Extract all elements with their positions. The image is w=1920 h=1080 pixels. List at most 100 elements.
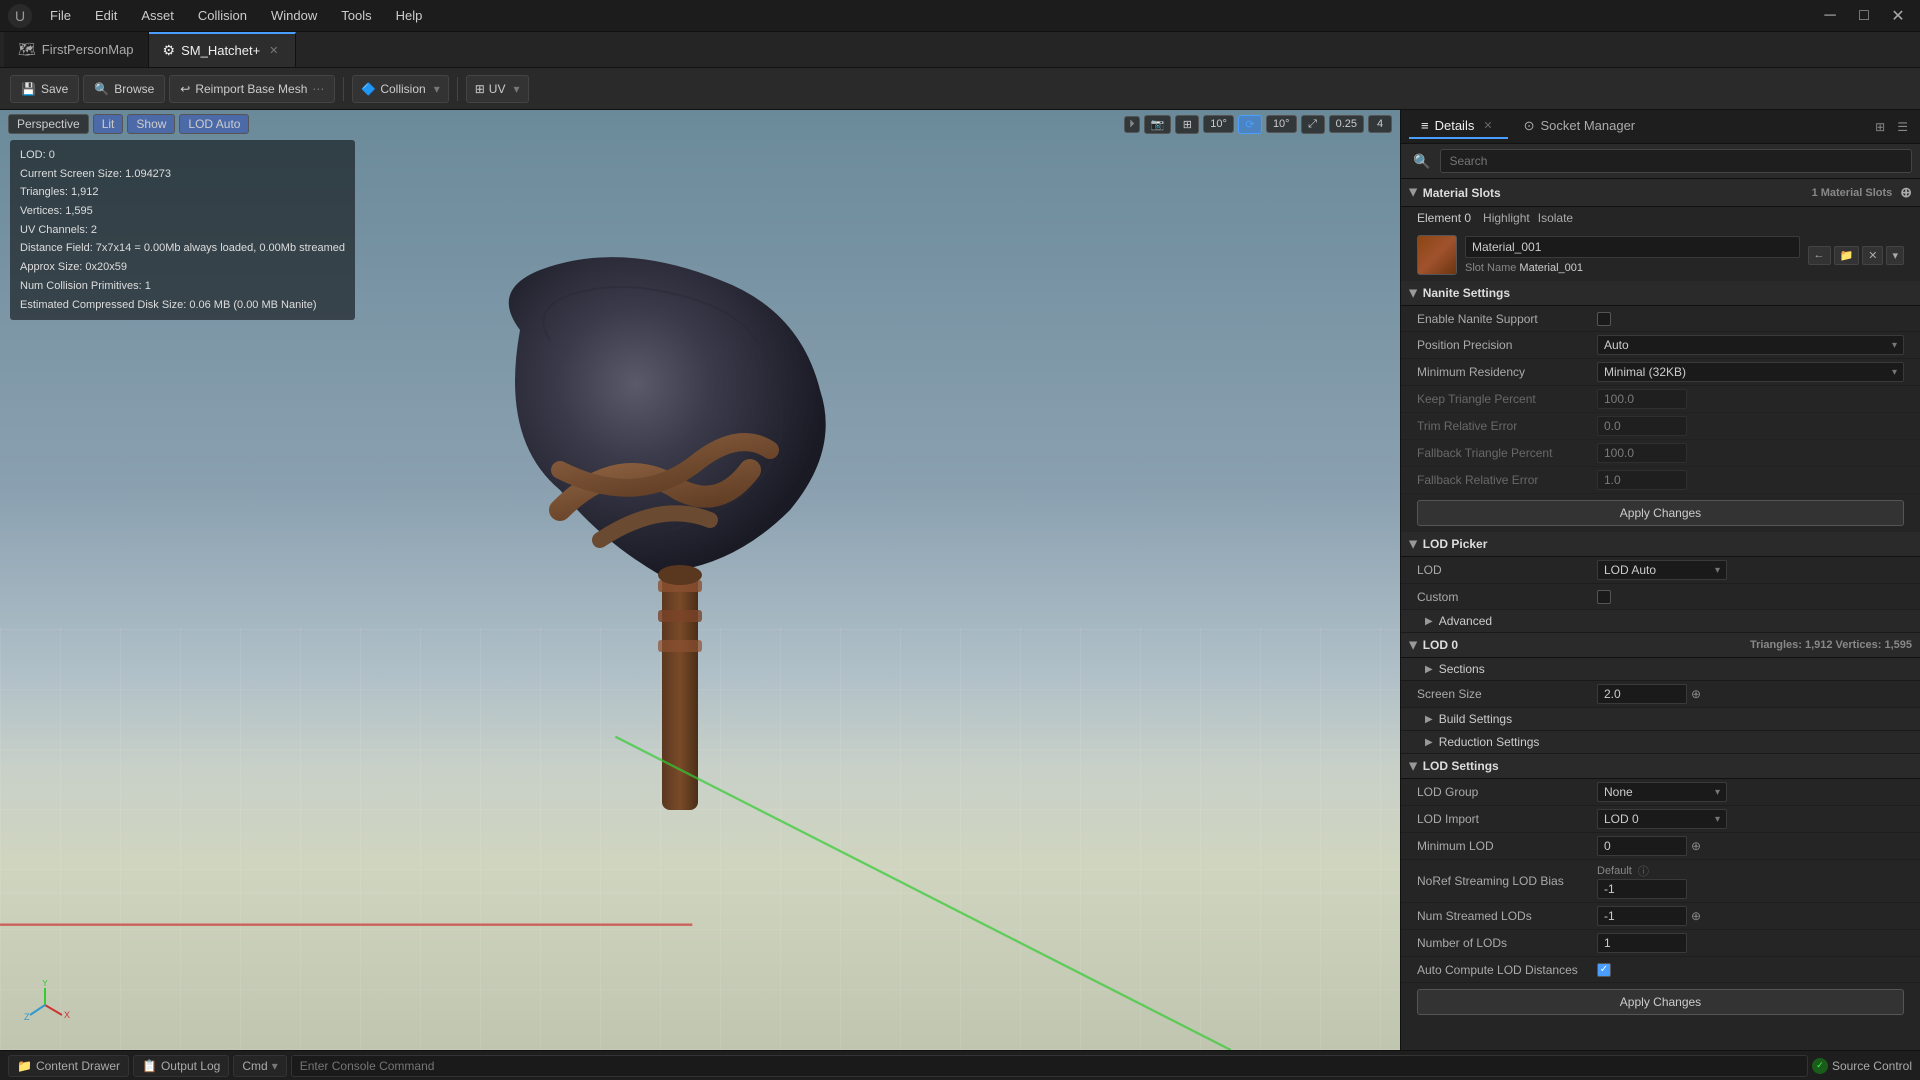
tab-socket-manager[interactable]: ⊙ Socket Manager (1512, 114, 1648, 140)
show-button[interactable]: Show (127, 114, 175, 134)
rotate-snap-button[interactable]: ⟳ (1238, 115, 1262, 134)
num-streamed-reset-icon[interactable]: ⊕ (1691, 909, 1701, 923)
source-control[interactable]: ✓ Source Control (1812, 1058, 1912, 1074)
element-0-label: Element 0 (1417, 211, 1471, 225)
cmd-dropdown[interactable]: Cmd ▾ (233, 1055, 286, 1077)
reduction-settings-subsection[interactable]: ▶ Reduction Settings (1401, 731, 1920, 754)
highlight-button[interactable]: Highlight (1483, 211, 1530, 225)
axis-indicator: X Y Z (20, 980, 70, 1030)
material-slot-name: Slot Name Material_001 (1465, 262, 1800, 274)
fallback-relative-input[interactable] (1597, 470, 1687, 490)
menu-edit[interactable]: Edit (85, 6, 127, 25)
custom-checkbox[interactable] (1597, 590, 1611, 604)
mat-more-button[interactable]: ▾ (1886, 246, 1904, 265)
nanite-apply-button[interactable]: Apply Changes (1417, 500, 1904, 526)
minimize-button[interactable]: ─ (1816, 5, 1844, 27)
lod-auto-button[interactable]: LOD Auto (179, 114, 249, 134)
tab-sm-hatchet[interactable]: ⚙ SM_Hatchet+ ✕ (149, 32, 297, 67)
tab-close-button[interactable]: ✕ (266, 43, 281, 58)
angle-snap-value[interactable]: 10° (1203, 115, 1234, 133)
lod-group-select[interactable]: None ▾ (1597, 782, 1727, 802)
console-command-input[interactable] (291, 1055, 1808, 1077)
lod-import-selected: LOD 0 (1604, 812, 1639, 826)
perspective-button[interactable]: Perspective (8, 114, 89, 134)
scale-snap-button[interactable]: ⤢ (1301, 115, 1325, 134)
details-scroll-area[interactable]: ▶ Material Slots 1 Material Slots ⊕ Elem… (1401, 179, 1920, 1050)
collision-dropdown[interactable]: 🔷 Collision ▾ (352, 75, 448, 103)
material-slots-count: 1 Material Slots (1812, 187, 1893, 199)
snap-value[interactable]: 10° (1266, 115, 1297, 133)
fallback-triangle-input[interactable] (1597, 443, 1687, 463)
mat-clear-button[interactable]: ✕ (1862, 246, 1883, 265)
details-icon: ≡ (1421, 118, 1429, 133)
search-input[interactable] (1440, 149, 1912, 173)
lod-settings-header[interactable]: ▶ LOD Settings (1401, 754, 1920, 779)
custom-value (1597, 590, 1904, 604)
browse-button[interactable]: 🔍 Browse (83, 75, 165, 103)
lit-button[interactable]: Lit (93, 114, 124, 134)
output-log-label: Output Log (161, 1059, 220, 1073)
lod-import-select[interactable]: LOD 0 ▾ (1597, 809, 1727, 829)
menu-asset[interactable]: Asset (131, 6, 184, 25)
maximize-button[interactable]: □ (1850, 5, 1878, 27)
grid-button[interactable]: ⊞ (1175, 115, 1199, 134)
menu-help[interactable]: Help (386, 6, 433, 25)
material-name-input[interactable] (1465, 236, 1800, 258)
mat-use-selected-button[interactable]: ← (1808, 246, 1831, 265)
advanced-subsection[interactable]: ▶ Advanced (1401, 610, 1920, 633)
viewport[interactable]: Perspective Lit Show LOD Auto ⏵ 📷 ⊞ 10° … (0, 110, 1400, 1050)
num-streamed-lods-input[interactable] (1597, 906, 1687, 926)
reimport-button[interactable]: ↩ Reimport Base Mesh ⋯ (169, 75, 335, 103)
panel-list-view-button[interactable]: ☰ (1893, 118, 1912, 136)
build-settings-subsection[interactable]: ▶ Build Settings (1401, 708, 1920, 731)
lod-picker-header[interactable]: ▶ LOD Picker (1401, 532, 1920, 557)
sections-arrow: ▶ (1425, 664, 1433, 675)
details-tab-close[interactable]: ✕ (1480, 118, 1495, 133)
lod0-header[interactable]: ▶ LOD 0 Triangles: 1,912 Vertices: 1,595 (1401, 633, 1920, 658)
menu-tools[interactable]: Tools (331, 6, 381, 25)
tab-first-person-map[interactable]: 🗺 FirstPersonMap (4, 32, 149, 67)
lod-settings-apply-button[interactable]: Apply Changes (1417, 989, 1904, 1015)
isolate-button[interactable]: Isolate (1538, 211, 1573, 225)
number-of-lods-row: Number of LODs (1401, 930, 1920, 957)
screen-size-reset-icon[interactable]: ⊕ (1691, 687, 1701, 701)
trim-relative-input[interactable] (1597, 416, 1687, 436)
lod-select[interactable]: LOD Auto ▾ (1597, 560, 1727, 580)
fov-value[interactable]: 4 (1368, 115, 1392, 133)
output-log-button[interactable]: 📋 Output Log (133, 1055, 229, 1077)
menu-window[interactable]: Window (261, 6, 327, 25)
camera-speed-button[interactable]: 📷 (1144, 115, 1172, 134)
no-ref-info-icon[interactable]: ⓘ (1638, 863, 1649, 879)
keep-triangle-input[interactable] (1597, 389, 1687, 409)
tab-details[interactable]: ≡ Details ✕ (1409, 114, 1508, 139)
save-button[interactable]: 💾 Save (10, 75, 79, 103)
nanite-settings-header[interactable]: ▶ Nanite Settings (1401, 281, 1920, 306)
screen-size-input[interactable] (1597, 684, 1687, 704)
build-settings-label: Build Settings (1439, 712, 1512, 726)
mat-browse-button[interactable]: 📁 (1834, 246, 1860, 265)
trim-relative-label: Trim Relative Error (1417, 419, 1597, 433)
stat-approx-size: Approx Size: 0x20x59 (20, 258, 345, 277)
panel-grid-view-button[interactable]: ⊞ (1871, 118, 1889, 136)
menu-collision[interactable]: Collision (188, 6, 257, 25)
viewport-stats: LOD: 0 Current Screen Size: 1.094273 Tri… (10, 140, 355, 320)
scale-value[interactable]: 0.25 (1329, 115, 1364, 133)
auto-compute-lod-checkbox[interactable]: ✓ (1597, 963, 1611, 977)
no-ref-streaming-input[interactable] (1597, 879, 1687, 899)
content-drawer-button[interactable]: 📁 Content Drawer (8, 1055, 129, 1077)
enable-nanite-checkbox[interactable] (1597, 312, 1611, 326)
material-slots-right: 1 Material Slots ⊕ (1812, 184, 1912, 201)
minimum-residency-select[interactable]: Minimal (32KB) ▾ (1597, 362, 1904, 382)
uv-dropdown[interactable]: ⊞ UV ▾ (466, 75, 529, 103)
close-button[interactable]: ✕ (1884, 5, 1912, 27)
number-of-lods-input[interactable] (1597, 933, 1687, 953)
minimum-lod-input[interactable] (1597, 836, 1687, 856)
main-area: Perspective Lit Show LOD Auto ⏵ 📷 ⊞ 10° … (0, 110, 1920, 1050)
sections-subsection[interactable]: ▶ Sections (1401, 658, 1920, 681)
minimum-lod-reset-icon[interactable]: ⊕ (1691, 839, 1701, 853)
reduction-settings-label: Reduction Settings (1439, 735, 1540, 749)
position-precision-select[interactable]: Auto ▾ (1597, 335, 1904, 355)
add-material-slot-button[interactable]: ⊕ (1900, 184, 1912, 201)
menu-file[interactable]: File (40, 6, 81, 25)
material-slots-header[interactable]: ▶ Material Slots 1 Material Slots ⊕ (1401, 179, 1920, 207)
